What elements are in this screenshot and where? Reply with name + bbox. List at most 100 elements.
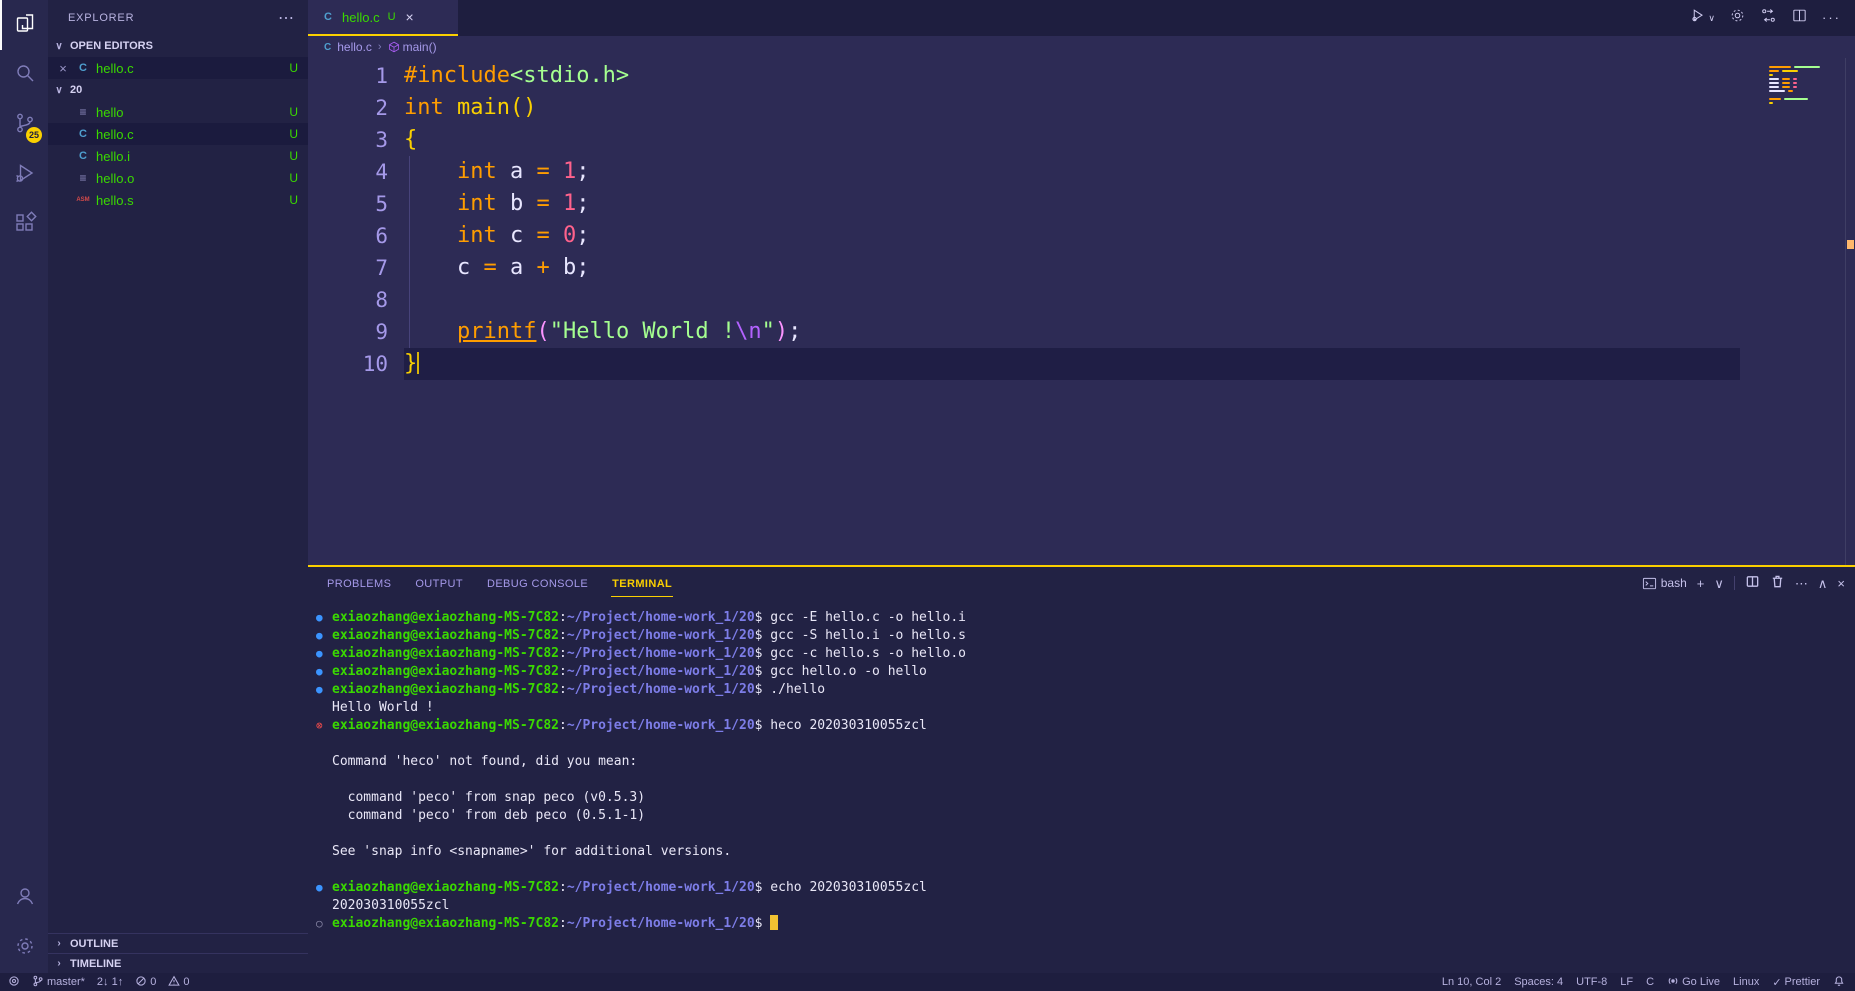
run-or-debug-button[interactable]: ∨: [1690, 7, 1715, 29]
file-name: hello.c: [96, 127, 284, 142]
open-editors-section-header[interactable]: ∨ OPEN EDITORS: [48, 35, 308, 57]
line-number[interactable]: 3: [308, 124, 404, 156]
code-line[interactable]: 7 c = a + b;: [308, 252, 1855, 284]
status-os[interactable]: Linux: [1733, 976, 1759, 988]
split-editor-icon: [1791, 7, 1808, 29]
tree-item-hello.i[interactable]: Chello.iU: [48, 145, 308, 167]
terminal-output-line: 202030310055zcl: [316, 897, 1855, 915]
tree-item-hello.c[interactable]: Chello.cU: [48, 123, 308, 145]
kill-terminal-button[interactable]: [1770, 574, 1785, 592]
code-line[interactable]: 9 printf("Hello World !\n");: [308, 316, 1855, 348]
maximize-panel-button[interactable]: ∧: [1818, 577, 1828, 590]
terminal-shell-selector[interactable]: bash: [1642, 576, 1687, 591]
line-number[interactable]: 10: [308, 348, 404, 380]
breadcrumb[interactable]: C hello.c › main(): [308, 36, 1855, 58]
minimap-mark: [1794, 66, 1820, 68]
token: [444, 95, 457, 120]
panel-actions: + ∨ ⋯ ∧ ×: [1697, 574, 1845, 592]
activity-item-explorer[interactable]: [0, 0, 48, 50]
split-terminal-button[interactable]: [1745, 574, 1760, 592]
split-editor-button[interactable]: [1791, 7, 1808, 29]
code-line[interactable]: 10}: [308, 348, 1855, 380]
line-number[interactable]: 6: [308, 220, 404, 252]
open-changes-button[interactable]: [1760, 7, 1777, 29]
activity-item-source-control[interactable]: 25: [0, 100, 48, 150]
line-number[interactable]: 9: [308, 316, 404, 348]
panel-tab-problems[interactable]: PROBLEMS: [326, 569, 392, 597]
code-line[interactable]: 2int main(): [308, 92, 1855, 124]
close-tab-icon[interactable]: ×: [406, 9, 414, 25]
terminal-colon: :: [559, 880, 567, 895]
token: [550, 223, 563, 248]
token: {: [404, 127, 417, 152]
status-encoding[interactable]: UTF-8: [1576, 976, 1607, 988]
status-git-sync[interactable]: 2↓ 1↑: [97, 976, 123, 988]
status-warnings[interactable]: 0: [168, 975, 189, 990]
tree-item-hello[interactable]: ≡helloU: [48, 101, 308, 123]
status-notifications[interactable]: [1833, 975, 1845, 990]
panel-tab-debug-console[interactable]: DEBUG CONSOLE: [486, 569, 589, 597]
code-line[interactable]: 6 int c = 0;: [308, 220, 1855, 252]
code-editor[interactable]: 1#include<stdio.h>2int main()3{4 int a =…: [308, 58, 1855, 565]
activity-item-accounts[interactable]: [0, 873, 48, 923]
token: =: [483, 255, 496, 280]
status-git-branch[interactable]: master*: [32, 975, 85, 990]
tree-item-hello.s[interactable]: ASMhello.sU: [48, 189, 308, 211]
outline-section[interactable]: › OUTLINE: [48, 933, 308, 953]
timeline-section[interactable]: › TIMELINE: [48, 953, 308, 973]
status-eol[interactable]: LF: [1620, 976, 1633, 988]
minimap-mark: [1782, 82, 1790, 84]
code-line[interactable]: 4 int a = 1;: [308, 156, 1855, 188]
file-name: hello.o: [96, 171, 284, 186]
breadcrumb-symbol[interactable]: main(): [388, 40, 437, 54]
status-language-mode[interactable]: C: [1646, 976, 1654, 988]
line-number[interactable]: 4: [308, 156, 404, 188]
status-prettier[interactable]: ✓Prettier: [1772, 976, 1820, 989]
terminal-output-text: command 'peco' from snap peco (v0.5.3): [332, 790, 645, 805]
close-editor-icon[interactable]: ×: [56, 61, 70, 76]
overview-ruler-scrollbar[interactable]: [1845, 58, 1855, 565]
terminal[interactable]: ●exiaozhang@exiaozhang-MS-7C82:~/Project…: [308, 599, 1855, 973]
status-errors[interactable]: 0: [135, 975, 156, 990]
activity-item-manage[interactable]: [0, 923, 48, 973]
status-remote-indicator[interactable]: [8, 975, 20, 990]
activity-item-extensions[interactable]: [0, 200, 48, 250]
folder-section-header[interactable]: ∨ 20: [48, 79, 308, 101]
token: int: [457, 223, 497, 248]
line-number[interactable]: 8: [308, 284, 404, 316]
activity-item-search[interactable]: [0, 50, 48, 100]
panel-tab-terminal[interactable]: TERMINAL: [611, 569, 673, 597]
open-editor-row-hello-c[interactable]: × C hello.c U: [48, 57, 308, 79]
launch-profile-chevron-button[interactable]: ∨: [1714, 577, 1724, 590]
line-number[interactable]: 2: [308, 92, 404, 124]
line-number[interactable]: 1: [308, 60, 404, 92]
token: (: [536, 319, 549, 344]
more-actions-button[interactable]: ⋯: [1795, 577, 1808, 590]
code-line[interactable]: 1#include<stdio.h>: [308, 60, 1855, 92]
tree-item-hello.o[interactable]: ≡hello.oU: [48, 167, 308, 189]
minimap-line: [1769, 98, 1839, 100]
code-line[interactable]: 3{: [308, 124, 1855, 156]
status-cursor-position[interactable]: Ln 10, Col 2: [1442, 976, 1501, 988]
more-actions-button[interactable]: ···: [1822, 9, 1841, 27]
code-line[interactable]: 5 int b = 1;: [308, 188, 1855, 220]
extensions-icon: [13, 211, 37, 240]
command-status-ok-icon: ●: [316, 663, 332, 681]
code-line[interactable]: 8: [308, 284, 1855, 316]
status-go-live[interactable]: Go Live: [1667, 975, 1720, 990]
settings-gear-button[interactable]: [1729, 7, 1746, 29]
line-number[interactable]: 7: [308, 252, 404, 284]
toolbar-separator: [1734, 576, 1735, 590]
status-indentation[interactable]: Spaces: 4: [1514, 976, 1563, 988]
line-number[interactable]: 5: [308, 188, 404, 220]
activity-item-run-and-debug[interactable]: [0, 150, 48, 200]
close-panel-button[interactable]: ×: [1837, 577, 1845, 590]
tab-hello.c[interactable]: Chello.cU×: [308, 0, 458, 36]
minimap-mark: [1782, 78, 1790, 80]
launch-profile-chevron-icon: ∨: [1714, 577, 1724, 590]
explorer-more-actions-icon[interactable]: ⋯: [278, 8, 296, 28]
panel-tab-output[interactable]: OUTPUT: [414, 569, 464, 597]
minimap[interactable]: [1769, 66, 1839, 104]
new-terminal-button[interactable]: +: [1697, 577, 1705, 590]
breadcrumb-file[interactable]: hello.c: [337, 40, 372, 54]
